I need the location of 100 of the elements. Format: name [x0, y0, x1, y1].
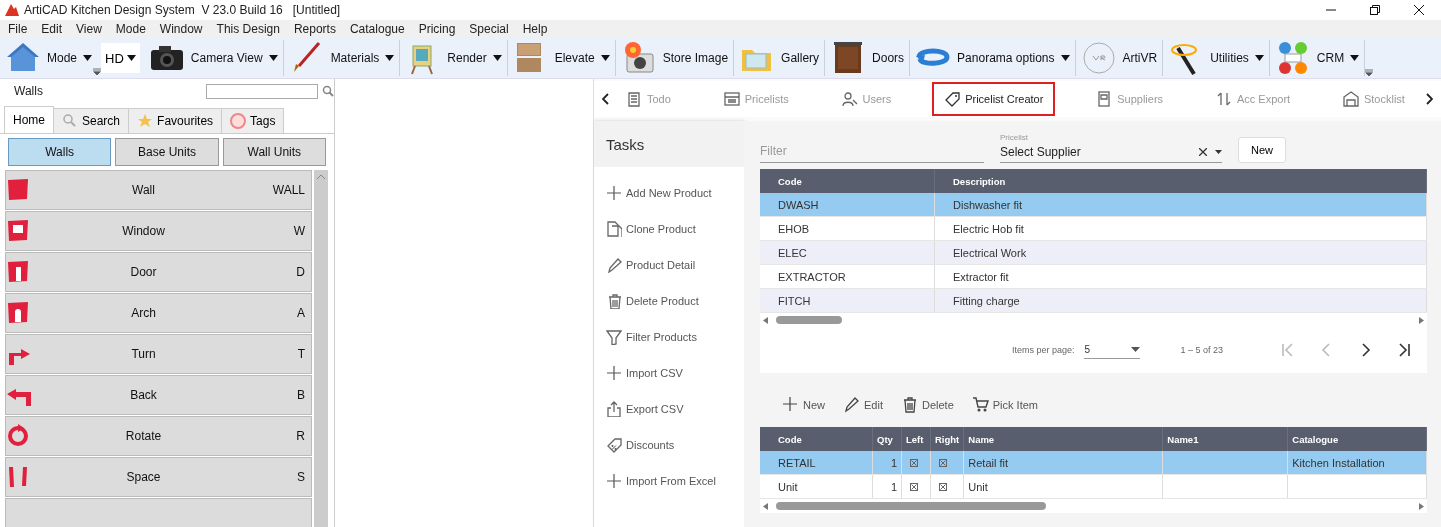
search-icon[interactable] — [322, 85, 334, 97]
column-header: Qty — [872, 427, 902, 451]
horizontal-scrollbar[interactable] — [760, 313, 1427, 327]
close-icon[interactable] — [1414, 5, 1424, 15]
cart-icon — [971, 396, 990, 414]
task-link[interactable]: Import CSV — [594, 355, 744, 391]
caret-icon — [385, 55, 395, 61]
toolbar-button[interactable]: Mode — [0, 40, 98, 76]
table-cell: Electric Hob fit — [934, 216, 1427, 241]
wall-tool-button[interactable]: Back B — [5, 375, 312, 415]
menu-item[interactable]: Help — [515, 22, 555, 36]
users-icon — [841, 91, 858, 107]
tab[interactable]: Favourites — [128, 108, 223, 133]
wall-tool-button[interactable]: Rotate R — [5, 416, 312, 456]
menu-item[interactable]: Edit — [34, 22, 70, 36]
toolbar-button[interactable]: Materials — [283, 40, 401, 76]
category-button[interactable]: Wall Units — [222, 138, 326, 166]
category-button[interactable]: Walls — [8, 138, 112, 166]
sort-arrows-icon — [1215, 91, 1232, 107]
toolbar-button[interactable]: Render — [400, 40, 508, 76]
toolbar-button[interactable]: Utilities — [1163, 40, 1270, 76]
checkbox[interactable] — [910, 458, 918, 467]
wall-tool-button[interactable]: Arch A — [5, 293, 312, 333]
task-link[interactable]: Export CSV — [594, 391, 744, 427]
column-header: Name — [963, 427, 1163, 451]
tab[interactable]: Search — [53, 108, 130, 133]
wall-tool-button[interactable]: Turn T — [5, 334, 312, 374]
nav-tab[interactable]: Pricelist Creator — [932, 82, 1056, 116]
previous-page-icon[interactable] — [1320, 343, 1333, 357]
list-icon — [626, 91, 642, 107]
menu-item[interactable]: File — [1, 22, 35, 36]
table-cell: Fitting charge — [934, 288, 1427, 313]
task-link[interactable]: Add New Product — [594, 175, 744, 211]
page-size-select[interactable]: 5 — [1084, 341, 1141, 359]
toolbar-button[interactable]: Camera View — [143, 40, 284, 76]
maximize-icon[interactable] — [1370, 5, 1380, 15]
column-header: Name1 — [1162, 427, 1288, 451]
action-button[interactable]: New — [782, 396, 825, 414]
table-cell: EHOB — [760, 216, 935, 241]
wall-tool-button[interactable]: Window W — [5, 211, 312, 251]
menu-item[interactable]: Window — [152, 22, 210, 36]
next-page-icon[interactable] — [1359, 343, 1372, 357]
task-link[interactable]: Clone Product — [594, 211, 744, 247]
caret-icon[interactable] — [1215, 150, 1222, 154]
action-button[interactable]: Edit — [843, 396, 883, 414]
first-page-icon[interactable] — [1281, 343, 1294, 357]
toolbar-button[interactable]: Store Image — [615, 40, 735, 76]
scrollbar[interactable] — [314, 170, 328, 527]
menu-item[interactable]: Mode — [108, 22, 153, 36]
table-cell: DWASH — [760, 193, 935, 217]
tab[interactable]: Home — [4, 106, 54, 133]
horizontal-scrollbar[interactable] — [760, 499, 1427, 513]
overflow-icon — [93, 68, 102, 75]
table-cell: Unit — [760, 474, 873, 499]
toolbar-button[interactable]: Gallery — [734, 40, 826, 76]
task-link[interactable]: Product Detail — [594, 247, 744, 283]
clear-icon[interactable] — [1199, 148, 1207, 156]
pricelist-select[interactable]: Pricelist Select Supplier — [1000, 133, 1222, 163]
menu-item[interactable]: Reports — [286, 22, 343, 36]
last-page-icon[interactable] — [1398, 343, 1411, 357]
action-button[interactable]: Pick Item — [971, 396, 1038, 414]
menu-item[interactable]: View — [69, 22, 109, 36]
toolbar-button[interactable]: Panorama options — [910, 40, 1076, 76]
menu-item[interactable]: Special — [462, 22, 516, 36]
menu-item[interactable]: Pricing — [411, 22, 463, 36]
task-link[interactable]: Import From Excel — [594, 463, 744, 499]
column-header: Description — [934, 169, 1427, 193]
task-link[interactable]: Delete Product — [594, 283, 744, 319]
chevron-left-icon[interactable] — [602, 93, 610, 105]
table-cell: FITCH — [760, 288, 935, 313]
wall-tool-button[interactable]: Space S — [5, 457, 312, 497]
category-button[interactable]: Base Units — [115, 138, 219, 166]
menu-item[interactable]: Catalogue — [342, 22, 412, 36]
plus-icon — [606, 185, 622, 201]
search-field[interactable] — [206, 83, 318, 99]
wall-tool-button[interactable]: Door D — [5, 252, 312, 292]
toolbar-button[interactable]: Doors — [825, 40, 911, 76]
toolbar-button[interactable]: CRM — [1269, 40, 1366, 76]
wall-tool-button[interactable]: Wall WALL — [5, 170, 312, 210]
menu-item[interactable]: This Design — [209, 22, 287, 36]
warehouse-icon — [1342, 91, 1359, 107]
document-icon — [1096, 91, 1113, 107]
task-link[interactable]: Filter Products — [594, 319, 744, 355]
tab[interactable]: Tags — [221, 108, 285, 133]
column-header: Catalogue — [1287, 427, 1427, 451]
checkbox[interactable] — [910, 482, 918, 491]
toolbar-button[interactable]: Elevate — [507, 40, 616, 76]
toolbar-button[interactable]: ArtiVR — [1075, 40, 1164, 76]
new-button[interactable]: New — [1238, 137, 1286, 163]
checkbox[interactable] — [939, 458, 947, 467]
filter-field[interactable]: Filter — [760, 140, 984, 163]
trash-icon — [901, 396, 919, 414]
scroll-left-icon — [763, 502, 768, 510]
task-link[interactable]: Discounts — [594, 427, 744, 463]
action-button[interactable]: Delete — [901, 396, 954, 414]
table-cell: EXTRACTOR — [760, 264, 935, 289]
quality-select[interactable]: HD — [101, 43, 140, 73]
scroll-up-icon[interactable] — [317, 174, 325, 179]
checkbox[interactable] — [939, 482, 947, 491]
chevron-right-icon[interactable] — [1425, 93, 1433, 105]
